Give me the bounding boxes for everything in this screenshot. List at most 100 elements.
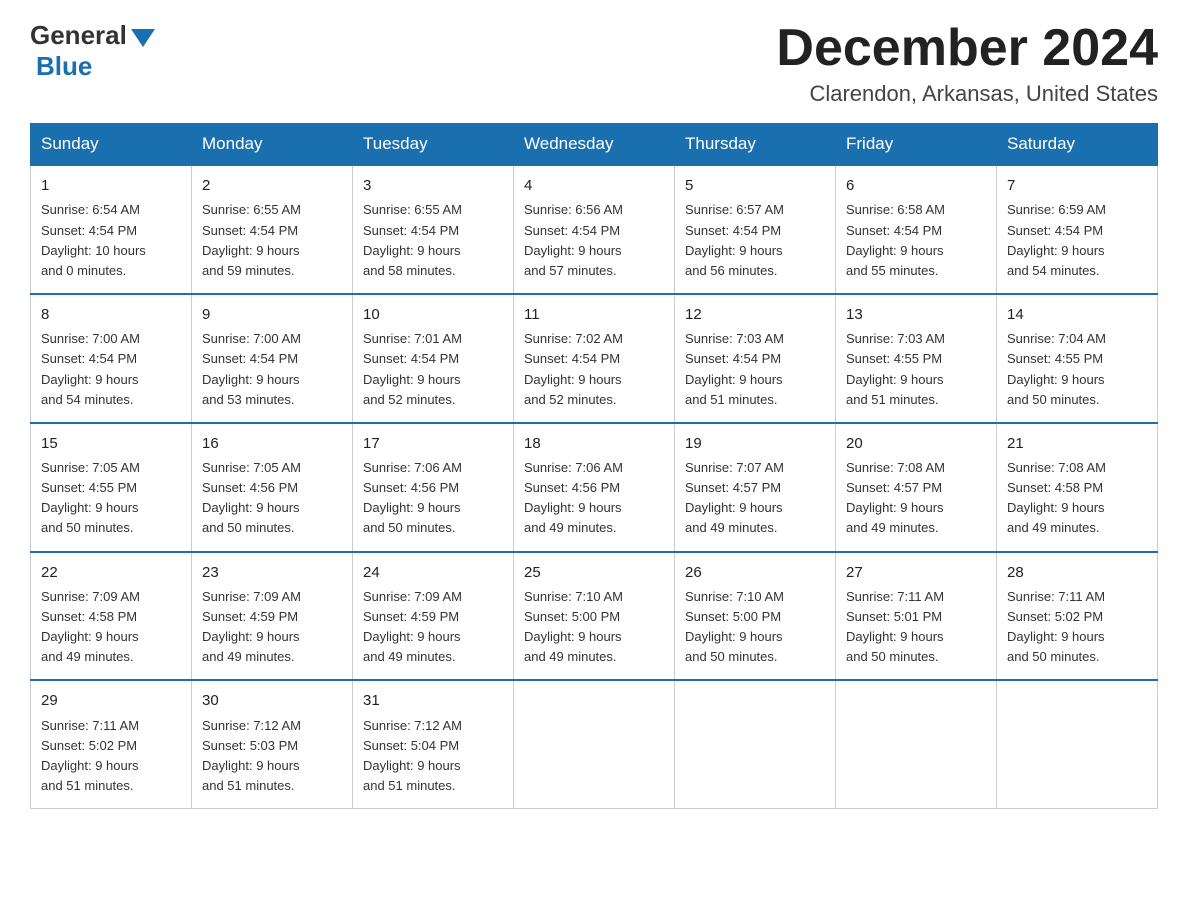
calendar-week-row: 29Sunrise: 7:11 AM Sunset: 5:02 PM Dayli… xyxy=(31,680,1158,808)
calendar-cell: 19 Sunrise: 7:07 AM Sunset: 4:57 PM Dayli… xyxy=(675,423,836,552)
calendar-cell: 5 Sunrise: 6:57 AM Sunset: 4:54 PM Daylig… xyxy=(675,165,836,294)
calendar-cell: 17 Sunrise: 7:06 AM Sunset: 4:56 PM Dayli… xyxy=(353,423,514,552)
day-info: Sunrise: 7:06 AM Sunset: 4:56 PM Dayligh… xyxy=(363,458,503,539)
day-info: Sunrise: 7:10 AM Sunset: 5:00 PM Dayligh… xyxy=(524,587,664,668)
day-info: Sunrise: 6:55 AM Sunset: 4:54 PM Dayligh… xyxy=(202,200,342,281)
logo-blue-text: Blue xyxy=(36,51,92,82)
calendar-cell: 25 Sunrise: 7:10 AM Sunset: 5:00 PM Dayli… xyxy=(514,552,675,681)
calendar-dow-thursday: Thursday xyxy=(675,124,836,166)
calendar-cell: 12Sunrise: 7:03 AM Sunset: 4:54 PM Dayli… xyxy=(675,294,836,423)
day-number: 18 xyxy=(524,432,664,455)
calendar-dow-tuesday: Tuesday xyxy=(353,124,514,166)
calendar-cell: 18 Sunrise: 7:06 AM Sunset: 4:56 PM Dayli… xyxy=(514,423,675,552)
day-number: 7 xyxy=(1007,174,1147,197)
calendar-cell xyxy=(997,680,1158,808)
calendar-cell: 28 Sunrise: 7:11 AM Sunset: 5:02 PM Dayli… xyxy=(997,552,1158,681)
logo-general-text: General xyxy=(30,20,127,51)
day-info: Sunrise: 6:56 AM Sunset: 4:54 PM Dayligh… xyxy=(524,200,664,281)
calendar-cell: 1 Sunrise: 6:54 AM Sunset: 4:54 PM Daylig… xyxy=(31,165,192,294)
day-info: Sunrise: 6:54 AM Sunset: 4:54 PM Dayligh… xyxy=(41,200,181,281)
day-number: 9 xyxy=(202,303,342,326)
day-info: Sunrise: 6:57 AM Sunset: 4:54 PM Dayligh… xyxy=(685,200,825,281)
calendar-cell: 16 Sunrise: 7:05 AM Sunset: 4:56 PM Dayli… xyxy=(192,423,353,552)
day-number: 19 xyxy=(685,432,825,455)
calendar-cell: 20Sunrise: 7:08 AM Sunset: 4:57 PM Dayli… xyxy=(836,423,997,552)
calendar-cell: 3 Sunrise: 6:55 AM Sunset: 4:54 PM Daylig… xyxy=(353,165,514,294)
calendar-cell: 27 Sunrise: 7:11 AM Sunset: 5:01 PM Dayli… xyxy=(836,552,997,681)
day-info: Sunrise: 7:05 AM Sunset: 4:55 PM Dayligh… xyxy=(41,458,181,539)
day-number: 5 xyxy=(685,174,825,197)
day-number: 20 xyxy=(846,432,986,455)
day-info: Sunrise: 7:09 AM Sunset: 4:59 PM Dayligh… xyxy=(363,587,503,668)
day-number: 27 xyxy=(846,561,986,584)
day-info: Sunrise: 7:09 AM Sunset: 4:58 PM Dayligh… xyxy=(41,587,181,668)
calendar-cell: 13 Sunrise: 7:03 AM Sunset: 4:55 PM Dayli… xyxy=(836,294,997,423)
calendar-cell: 2 Sunrise: 6:55 AM Sunset: 4:54 PM Daylig… xyxy=(192,165,353,294)
day-info: Sunrise: 7:11 AM Sunset: 5:01 PM Dayligh… xyxy=(846,587,986,668)
calendar-cell: 15 Sunrise: 7:05 AM Sunset: 4:55 PM Dayli… xyxy=(31,423,192,552)
calendar-week-row: 1 Sunrise: 6:54 AM Sunset: 4:54 PM Daylig… xyxy=(31,165,1158,294)
day-info: Sunrise: 7:04 AM Sunset: 4:55 PM Dayligh… xyxy=(1007,329,1147,410)
day-number: 8 xyxy=(41,303,181,326)
day-info: Sunrise: 7:11 AM Sunset: 5:02 PM Dayligh… xyxy=(1007,587,1147,668)
day-number: 4 xyxy=(524,174,664,197)
day-number: 16 xyxy=(202,432,342,455)
day-info: Sunrise: 7:10 AM Sunset: 5:00 PM Dayligh… xyxy=(685,587,825,668)
calendar-cell: 8 Sunrise: 7:00 AM Sunset: 4:54 PM Daylig… xyxy=(31,294,192,423)
calendar-dow-saturday: Saturday xyxy=(997,124,1158,166)
calendar-cell: 6 Sunrise: 6:58 AM Sunset: 4:54 PM Daylig… xyxy=(836,165,997,294)
calendar-dow-wednesday: Wednesday xyxy=(514,124,675,166)
day-info: Sunrise: 7:12 AM Sunset: 5:03 PM Dayligh… xyxy=(202,716,342,797)
calendar-week-row: 8 Sunrise: 7:00 AM Sunset: 4:54 PM Daylig… xyxy=(31,294,1158,423)
day-number: 29 xyxy=(41,689,181,712)
logo: General Blue xyxy=(30,20,155,82)
day-number: 12 xyxy=(685,303,825,326)
day-number: 28 xyxy=(1007,561,1147,584)
day-number: 15 xyxy=(41,432,181,455)
day-number: 17 xyxy=(363,432,503,455)
day-number: 13 xyxy=(846,303,986,326)
day-info: Sunrise: 7:06 AM Sunset: 4:56 PM Dayligh… xyxy=(524,458,664,539)
day-number: 3 xyxy=(363,174,503,197)
calendar-cell: 9Sunrise: 7:00 AM Sunset: 4:54 PM Daylig… xyxy=(192,294,353,423)
calendar-cell: 11Sunrise: 7:02 AM Sunset: 4:54 PM Dayli… xyxy=(514,294,675,423)
calendar-cell: 10Sunrise: 7:01 AM Sunset: 4:54 PM Dayli… xyxy=(353,294,514,423)
day-number: 6 xyxy=(846,174,986,197)
day-number: 26 xyxy=(685,561,825,584)
day-number: 22 xyxy=(41,561,181,584)
calendar-cell: 21Sunrise: 7:08 AM Sunset: 4:58 PM Dayli… xyxy=(997,423,1158,552)
page-header: General Blue December 2024 Clarendon, Ar… xyxy=(30,20,1158,107)
calendar-cell: 7Sunrise: 6:59 AM Sunset: 4:54 PM Daylig… xyxy=(997,165,1158,294)
calendar-week-row: 22 Sunrise: 7:09 AM Sunset: 4:58 PM Dayli… xyxy=(31,552,1158,681)
day-number: 1 xyxy=(41,174,181,197)
day-number: 2 xyxy=(202,174,342,197)
calendar-cell xyxy=(514,680,675,808)
day-info: Sunrise: 7:07 AM Sunset: 4:57 PM Dayligh… xyxy=(685,458,825,539)
day-info: Sunrise: 7:05 AM Sunset: 4:56 PM Dayligh… xyxy=(202,458,342,539)
day-number: 25 xyxy=(524,561,664,584)
day-info: Sunrise: 7:00 AM Sunset: 4:54 PM Dayligh… xyxy=(41,329,181,410)
title-section: December 2024 Clarendon, Arkansas, Unite… xyxy=(776,20,1158,107)
calendar-dow-friday: Friday xyxy=(836,124,997,166)
calendar-cell: 31Sunrise: 7:12 AM Sunset: 5:04 PM Dayli… xyxy=(353,680,514,808)
day-info: Sunrise: 6:58 AM Sunset: 4:54 PM Dayligh… xyxy=(846,200,986,281)
calendar-cell: 4 Sunrise: 6:56 AM Sunset: 4:54 PM Daylig… xyxy=(514,165,675,294)
day-info: Sunrise: 7:08 AM Sunset: 4:58 PM Dayligh… xyxy=(1007,458,1147,539)
calendar-week-row: 15 Sunrise: 7:05 AM Sunset: 4:55 PM Dayli… xyxy=(31,423,1158,552)
calendar-table: SundayMondayTuesdayWednesdayThursdayFrid… xyxy=(30,123,1158,809)
location-title: Clarendon, Arkansas, United States xyxy=(776,81,1158,107)
day-info: Sunrise: 6:55 AM Sunset: 4:54 PM Dayligh… xyxy=(363,200,503,281)
calendar-dow-monday: Monday xyxy=(192,124,353,166)
logo-arrow-icon xyxy=(131,29,155,47)
day-number: 24 xyxy=(363,561,503,584)
day-number: 23 xyxy=(202,561,342,584)
calendar-cell: 30 Sunrise: 7:12 AM Sunset: 5:03 PM Dayli… xyxy=(192,680,353,808)
calendar-cell: 26 Sunrise: 7:10 AM Sunset: 5:00 PM Dayli… xyxy=(675,552,836,681)
day-info: Sunrise: 7:02 AM Sunset: 4:54 PM Dayligh… xyxy=(524,329,664,410)
day-number: 14 xyxy=(1007,303,1147,326)
calendar-cell xyxy=(675,680,836,808)
day-number: 30 xyxy=(202,689,342,712)
day-info: Sunrise: 7:12 AM Sunset: 5:04 PM Dayligh… xyxy=(363,716,503,797)
calendar-dow-sunday: Sunday xyxy=(31,124,192,166)
day-info: Sunrise: 7:03 AM Sunset: 4:55 PM Dayligh… xyxy=(846,329,986,410)
